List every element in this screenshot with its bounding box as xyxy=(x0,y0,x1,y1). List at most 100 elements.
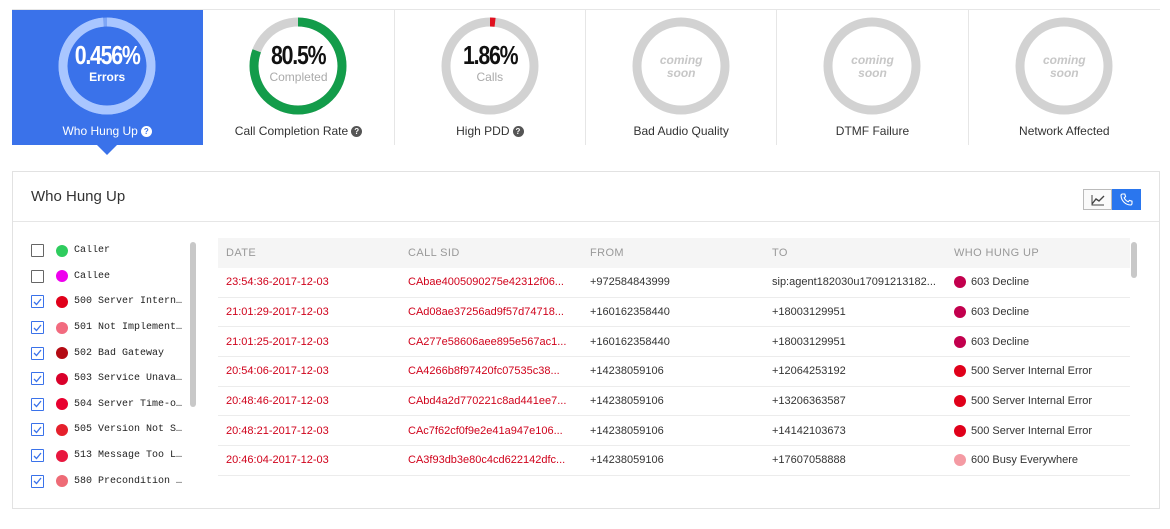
table-row[interactable]: 21:01:29-2017-12-03 CAd08ae37256ad9f57d74… xyxy=(218,298,1130,328)
legend-checkbox[interactable] xyxy=(31,321,44,335)
tile-label: Bad Audio Quality xyxy=(633,124,729,138)
legend-item[interactable]: 504 Server Time-out xyxy=(31,392,201,418)
tile-label: High PDD? xyxy=(395,124,585,138)
legend-label: Callee xyxy=(74,270,111,282)
table-scrollbar[interactable] xyxy=(1131,242,1137,278)
cell-to: +18003129951 xyxy=(772,306,846,319)
cell-call-sid[interactable]: CAbae4005090275e42312f06... xyxy=(400,276,582,288)
hung-up-reason: 603 Decline xyxy=(971,306,1030,319)
legend-item[interactable]: 580 Precondition Failure xyxy=(31,468,201,494)
coming-soon-text: coming soon xyxy=(851,53,894,80)
check-icon xyxy=(33,375,42,383)
legend-item[interactable]: 502 Bad Gateway xyxy=(31,340,201,366)
cell-to: +13206363587 xyxy=(772,395,846,408)
legend-color-dot xyxy=(56,372,68,385)
tile-label: Network Affected xyxy=(1019,124,1110,138)
cell-call-sid[interactable]: CAc7f62cf0f9e2e41a947e106... xyxy=(400,425,582,437)
legend-checkbox[interactable] xyxy=(31,244,44,258)
cell-date[interactable]: 20:48:46-2017-12-03 xyxy=(218,395,400,407)
help-icon[interactable]: ? xyxy=(140,126,152,137)
line-chart-icon xyxy=(1090,194,1104,205)
metric-tile-network-affected[interactable]: coming soon Network Affected xyxy=(968,10,1160,145)
cell-from: +160162358440 xyxy=(590,335,670,348)
table-row[interactable]: 20:48:21-2017-12-03 CAc7f62cf0f9e2e41a947… xyxy=(218,416,1130,447)
legend-item[interactable]: 503 Service Unavailable xyxy=(31,366,201,392)
who-hung-up-panel: Who Hung Up Caller Callee 500 Server Inter… xyxy=(12,171,1160,509)
legend-checkbox[interactable] xyxy=(31,346,44,360)
check-icon xyxy=(33,452,42,460)
metric-tile-dtmf-failure[interactable]: coming soon DTMF Failure xyxy=(777,10,969,145)
help-icon[interactable]: ? xyxy=(512,126,524,137)
legend-item[interactable]: 501 Not Implemented xyxy=(31,315,201,341)
legend-color-dot xyxy=(56,295,68,308)
cell-call-sid[interactable]: CA4266b8f97420fc07535c38... xyxy=(400,365,582,377)
status-dot xyxy=(954,335,966,348)
table-row[interactable]: 23:54:36-2017-12-03 CAbae4005090275e42312… xyxy=(218,268,1130,298)
hung-up-reason: 603 Decline xyxy=(971,335,1030,348)
coming-soon-text: coming soon xyxy=(659,53,703,80)
cell-to: +14142103673 xyxy=(772,424,846,437)
legend-checkbox[interactable] xyxy=(31,449,44,463)
cell-date[interactable]: 20:54:06-2017-12-03 xyxy=(218,365,400,377)
table-header: DATE CALL SID FROM TO WHO HUNG UP xyxy=(218,238,1130,268)
legend-color-dot xyxy=(56,449,68,462)
tile-label: Who Hung Up? xyxy=(12,124,202,138)
legend-item[interactable]: 513 Message Too Large xyxy=(31,443,201,469)
column-header[interactable]: FROM xyxy=(582,247,764,259)
legend-color-dot xyxy=(56,423,68,436)
calls-view-button[interactable] xyxy=(1112,189,1141,210)
legend-item[interactable]: 500 Server Internal Error xyxy=(31,289,201,315)
legend-checkbox[interactable] xyxy=(31,295,44,309)
legend-checkbox[interactable] xyxy=(31,397,44,411)
metric-tile-who-hung-up[interactable]: 0.456% Errors Who Hung Up? xyxy=(12,10,204,155)
legend-checkbox[interactable] xyxy=(31,372,44,386)
metric-tile-bad-audio-quality[interactable]: coming soon Bad Audio Quality xyxy=(585,10,778,145)
metric-tiles: 0.456% Errors Who Hung Up? 80.5% Completed Ca… xyxy=(12,9,1160,155)
cell-who-hung-up: 603 Decline xyxy=(946,306,1128,319)
metric-tile-high-pdd[interactable]: 1.86% Calls High PDD? xyxy=(394,10,586,145)
column-header[interactable]: TO xyxy=(764,247,946,259)
metric-tile-call-completion-rate[interactable]: 80.5% Completed Call Completion Rate? xyxy=(203,10,395,145)
chart-view-button[interactable] xyxy=(1083,189,1112,210)
cell-call-sid[interactable]: CAd08ae37256ad9f57d74718... xyxy=(400,306,582,318)
legend-checkbox[interactable] xyxy=(31,474,44,488)
cell-call-sid[interactable]: CA277e58606aee895e567ac1... xyxy=(400,336,582,348)
table-row[interactable]: 20:46:04-2017-12-03 CA3f93db3e80c4cd62214… xyxy=(218,446,1130,476)
cell-who-hung-up: 600 Busy Everywhere xyxy=(946,454,1128,467)
legend-item[interactable]: Caller xyxy=(31,238,201,264)
cell-who-hung-up: 500 Server Internal Error xyxy=(946,424,1128,437)
legend-scrollbar[interactable] xyxy=(190,242,196,407)
cell-date[interactable]: 20:48:21-2017-12-03 xyxy=(218,425,400,437)
help-icon[interactable]: ? xyxy=(351,126,363,137)
column-header[interactable]: WHO HUNG UP xyxy=(946,247,1128,259)
cell-date[interactable]: 23:54:36-2017-12-03 xyxy=(218,276,400,288)
check-icon xyxy=(33,324,42,332)
table-row[interactable]: 20:48:46-2017-12-03 CAbd4a2d770221c8ad441… xyxy=(218,387,1130,417)
column-header[interactable]: DATE xyxy=(218,247,400,259)
hung-up-reason: 600 Busy Everywhere xyxy=(971,454,1078,467)
table-row[interactable]: 21:01:25-2017-12-03 CA277e58606aee895e567… xyxy=(218,327,1130,358)
legend-checkbox[interactable] xyxy=(31,269,44,283)
cell-who-hung-up: 603 Decline xyxy=(946,276,1128,289)
check-icon xyxy=(33,349,42,357)
hung-up-reason: 500 Server Internal Error xyxy=(971,424,1093,437)
cell-who-hung-up: 603 Decline xyxy=(946,335,1128,348)
cell-date[interactable]: 21:01:29-2017-12-03 xyxy=(218,306,400,318)
cell-call-sid[interactable]: CAbd4a2d770221c8ad441ee7... xyxy=(400,395,582,407)
status-dot xyxy=(954,454,966,467)
cell-date[interactable]: 21:01:25-2017-12-03 xyxy=(218,336,400,348)
table-row[interactable]: 20:54:06-2017-12-03 CA4266b8f97420fc07535… xyxy=(218,357,1130,387)
gauge-subtitle: Completed xyxy=(269,70,328,84)
legend-item[interactable]: Callee xyxy=(31,264,201,290)
cell-date[interactable]: 20:46:04-2017-12-03 xyxy=(218,454,400,466)
check-icon xyxy=(33,477,42,485)
legend-label: 502 Bad Gateway xyxy=(74,347,165,359)
cell-call-sid[interactable]: CA3f93db3e80c4cd622142dfc... xyxy=(400,454,582,466)
cell-from: +14238059106 xyxy=(590,395,664,408)
legend-checkbox[interactable] xyxy=(31,423,44,437)
legend-color-dot xyxy=(56,270,68,283)
status-dot xyxy=(954,365,966,378)
cell-who-hung-up: 500 Server Internal Error xyxy=(946,395,1128,408)
legend-item[interactable]: 505 Version Not Supported xyxy=(31,417,201,443)
column-header[interactable]: CALL SID xyxy=(400,247,582,259)
